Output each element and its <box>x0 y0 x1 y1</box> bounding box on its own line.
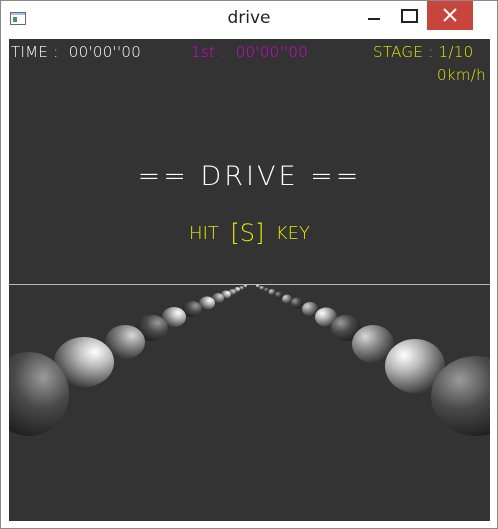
sphere <box>256 284 260 288</box>
prompt-before: HIT <box>189 223 219 244</box>
road-scene <box>9 284 490 436</box>
right-barrier-spheres <box>256 284 490 436</box>
sphere <box>243 284 247 288</box>
sphere <box>291 297 303 309</box>
left-barrier-spheres <box>9 284 247 436</box>
time-label: TIME <box>11 43 49 61</box>
sphere <box>275 291 283 299</box>
prompt-key: [S] <box>230 219 265 247</box>
sphere <box>302 302 318 316</box>
title-bar[interactable]: drive <box>1 1 497 38</box>
app-window: drive TIME: 00'00''00 1st: 00'00''00 S… <box>0 0 498 529</box>
time-readout: TIME : 00'00''00 <box>11 43 142 61</box>
close-icon <box>443 8 457 22</box>
game-viewport[interactable]: TIME : 00'00''00 1st : 00'00''00 STAGE :… <box>9 39 490 521</box>
sphere <box>259 286 265 290</box>
stage-value: 1/10 <box>438 43 474 61</box>
prompt-after: KEY <box>275 223 310 244</box>
best-label: 1st <box>191 43 216 61</box>
sphere <box>268 289 276 295</box>
minimize-button[interactable] <box>357 1 391 30</box>
speed-readout: 0km/h <box>437 66 486 84</box>
stage-readout: STAGE : 1/10 <box>373 43 474 61</box>
best-time-readout: 1st : 00'00''00 <box>191 43 309 61</box>
time-value: 00'00''00 <box>68 43 142 61</box>
best-value: 00'00''00 <box>235 43 309 61</box>
close-button[interactable] <box>427 1 473 30</box>
start-prompt: HIT [S] KEY <box>9 219 490 247</box>
game-title: == DRIVE == <box>137 161 362 192</box>
maximize-button[interactable] <box>392 1 426 30</box>
maximize-icon <box>401 9 418 23</box>
sphere <box>282 294 292 304</box>
minimize-icon <box>368 18 380 20</box>
stage-label: STAGE <box>373 43 424 61</box>
